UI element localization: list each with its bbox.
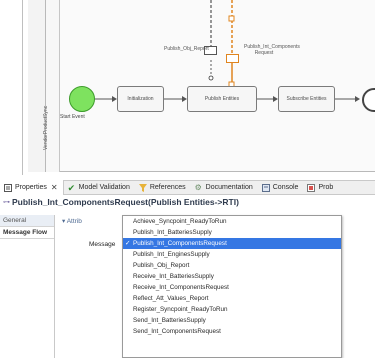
- task-label: Publish Entities: [204, 96, 240, 102]
- message-field-label: Message: [89, 241, 116, 248]
- selection-handle: [228, 15, 235, 22]
- option-label: Publish_Int_ComponentsRequest: [133, 240, 227, 247]
- message-label: Publish_Int_Components Request: [244, 44, 300, 56]
- dropdown-option[interactable]: Publish_Obj_Report: [123, 260, 341, 271]
- tab-label: Documentation: [205, 184, 253, 191]
- tab-console[interactable]: Console: [258, 180, 304, 195]
- tab-label: References: [149, 184, 186, 191]
- tab-references[interactable]: References: [135, 180, 191, 195]
- problems-icon: [307, 183, 316, 192]
- dropdown-option-selected[interactable]: ✓ Publish_Int_ComponentsRequest: [123, 238, 341, 249]
- task-subscribe-entities[interactable]: Subscribe Entities: [278, 86, 335, 112]
- tab-documentation[interactable]: ⚙ Documentation: [191, 180, 258, 195]
- dropdown-option[interactable]: Achieve_Syncpoint_ReadyToRun: [123, 216, 341, 227]
- dropdown-option[interactable]: Receive_Int_ComponentsRequest: [123, 282, 341, 293]
- dropdown-option[interactable]: Register_Syncpoint_ReadyToRun: [123, 304, 341, 315]
- close-icon[interactable]: ✕: [51, 183, 58, 192]
- section-label: Attrib: [66, 218, 82, 225]
- properties-content: ▾ Attrib Message Achieve_Syncpoint_Ready…: [56, 215, 375, 358]
- tab-label: Properties: [15, 184, 47, 191]
- tab-properties[interactable]: Properties ✕: [0, 180, 64, 195]
- side-tab-general[interactable]: General: [0, 215, 54, 227]
- diagram-canvas[interactable]: VendorProductSync Start Event Initializa…: [0, 0, 375, 180]
- checkmark-icon: ✔: [67, 182, 76, 193]
- tab-label: Prob: [318, 184, 334, 191]
- tab-label: Console: [272, 184, 299, 191]
- start-event-label: Start Event: [60, 114, 85, 120]
- side-tab-message-flow[interactable]: Message Flow: [0, 227, 54, 239]
- dropdown-option[interactable]: Receive_Int_BatteriesSupply: [123, 271, 341, 282]
- task-initialization[interactable]: Initialization: [117, 86, 164, 112]
- tab-problems[interactable]: Prob: [303, 180, 338, 195]
- message-flow-icon: ⊶: [3, 199, 10, 206]
- tab-model-validation[interactable]: ✔ Model Validation: [64, 180, 135, 195]
- task-label: Initialization: [127, 96, 154, 102]
- properties-title-bar: ⊶ Publish_Int_ComponentsRequest(Publish …: [0, 195, 375, 209]
- dropdown-option[interactable]: Send_Int_ComponentsRequest: [123, 326, 341, 337]
- dropdown-option[interactable]: Send_Int_BatteriesSupply: [123, 315, 341, 326]
- message-label: Publish_Obj_Report: [164, 46, 209, 52]
- gear-icon: ⚙: [194, 182, 202, 192]
- properties-panel: Properties ✕ ✔ Model Validation Referenc…: [0, 180, 375, 358]
- task-label: Subscribe Entities: [286, 96, 327, 102]
- funnel-icon: [138, 183, 147, 192]
- properties-side-tabs: General Message Flow: [0, 215, 55, 358]
- properties-icon: [4, 183, 12, 192]
- message-envelope-icon[interactable]: [226, 54, 239, 63]
- task-publish-entities[interactable]: Publish Entities: [187, 86, 257, 112]
- dropdown-option[interactable]: Publish_Int_BatteriesSupply: [123, 227, 341, 238]
- dropdown-option[interactable]: Publish_Int_EnginesSupply: [123, 249, 341, 260]
- properties-title: Publish_Int_ComponentsRequest(Publish En…: [12, 197, 239, 207]
- message-dropdown-list[interactable]: Achieve_Syncpoint_ReadyToRun Publish_Int…: [122, 215, 342, 358]
- message-flow-origin: [208, 75, 214, 81]
- view-tabbar: Properties ✕ ✔ Model Validation Referenc…: [0, 180, 375, 195]
- tab-label: Model Validation: [78, 184, 130, 191]
- attributes-section-header[interactable]: ▾ Attrib: [62, 217, 82, 225]
- collapse-arrow-icon: ▾: [62, 218, 66, 225]
- start-event[interactable]: [69, 86, 95, 112]
- dropdown-option[interactable]: Reflect_Att_Values_Report: [123, 293, 341, 304]
- check-icon: ✓: [125, 240, 131, 247]
- console-icon: [261, 183, 270, 192]
